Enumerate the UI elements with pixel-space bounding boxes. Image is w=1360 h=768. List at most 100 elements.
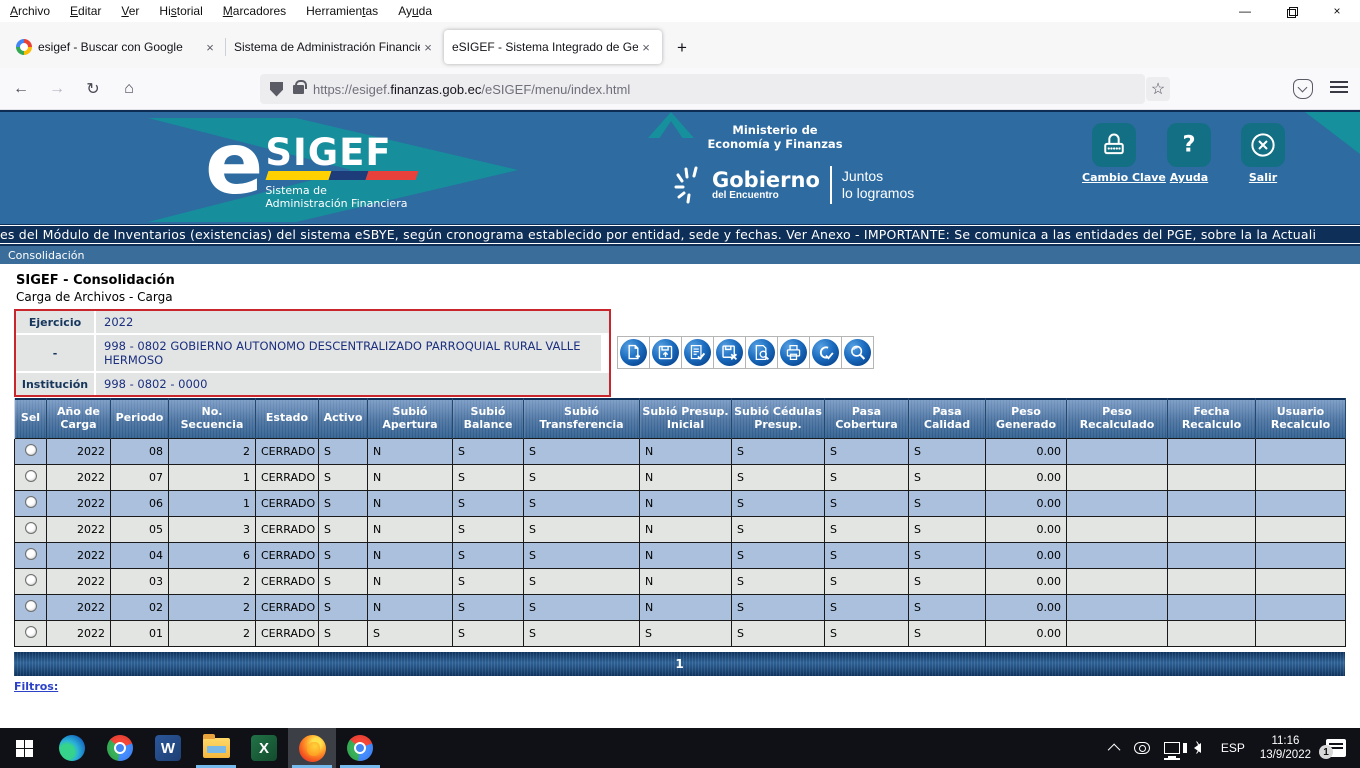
close-window-button[interactable]: × — [1314, 0, 1360, 22]
menu-hamburger-icon[interactable] — [1330, 81, 1348, 95]
tray-chevron-icon[interactable] — [1104, 728, 1127, 768]
row-radio-button[interactable] — [25, 496, 37, 508]
row-radio-button[interactable] — [25, 574, 37, 586]
windows-logo-icon — [16, 740, 33, 757]
table-cell — [1067, 516, 1168, 542]
table-cell — [1067, 464, 1168, 490]
salir-button[interactable]: Salir — [1231, 123, 1295, 184]
table-cell: 3 — [169, 516, 256, 542]
url-bar[interactable]: https://esigef.finanzas.gob.ec/eSIGEF/me… — [260, 74, 1145, 104]
lock-icon[interactable] — [293, 85, 304, 94]
validate-button[interactable] — [681, 336, 714, 369]
column-header: Sel — [15, 398, 47, 438]
menu-herramientas[interactable]: Herramientas — [306, 4, 378, 18]
home-button[interactable]: ⌂ — [114, 74, 144, 104]
restore-icon — [1287, 7, 1296, 16]
pocket-icon[interactable] — [1293, 79, 1313, 99]
row-radio-button[interactable] — [25, 444, 37, 456]
tray-volume-icon[interactable] — [1187, 728, 1214, 768]
approve-check-button[interactable] — [809, 336, 842, 369]
reload-button[interactable]: ↻ — [78, 74, 108, 104]
page-number-link[interactable]: 1 — [675, 657, 683, 671]
delete-button[interactable] — [713, 336, 746, 369]
row-radio-button[interactable] — [25, 626, 37, 638]
row-radio-button[interactable] — [25, 470, 37, 482]
tab-title: Sistema de Administración Financie — [234, 40, 420, 54]
table-cell: S — [732, 464, 825, 490]
taskbar-chrome-2[interactable] — [336, 728, 384, 768]
browser-tab-1[interactable]: esigef - Buscar con Google× — [8, 30, 226, 64]
taskbar-explorer[interactable] — [192, 728, 240, 768]
table-cell: CERRADO — [256, 464, 319, 490]
selection-form: Ejercicio 2022 - 998 - 0802 GOBIERNO AUT… — [14, 309, 611, 397]
table-cell: N — [368, 594, 453, 620]
tray-clock[interactable]: 11:1613/9/2022 — [1252, 728, 1319, 768]
menu-marcadores[interactable]: Marcadores — [223, 4, 286, 18]
notification-icon: 1 — [1326, 739, 1346, 757]
menu-archivo[interactable]: Archivo — [10, 4, 50, 18]
bookmark-star-icon[interactable]: ☆ — [1146, 77, 1170, 101]
institucion-value: 998 - 0802 - 0000 — [96, 373, 609, 395]
tray-notifications[interactable]: 1 — [1319, 728, 1360, 768]
save-upload-button[interactable] — [649, 336, 682, 369]
table-cell: S — [909, 464, 986, 490]
taskbar-excel[interactable]: X — [240, 728, 288, 768]
forward-button[interactable]: → — [42, 74, 72, 104]
table-cell: N — [368, 568, 453, 594]
table-cell: 02 — [111, 594, 169, 620]
table-cell: S — [453, 490, 524, 516]
minimize-button[interactable]: — — [1222, 0, 1268, 22]
table-row: 2022046CERRADOSNSSNSSS0.00 — [15, 542, 1346, 568]
taskbar-edge[interactable] — [48, 728, 96, 768]
print-button[interactable] — [777, 336, 810, 369]
taskbar-firefox[interactable] — [288, 728, 336, 768]
recalculate-button[interactable] — [841, 336, 874, 369]
table-cell: N — [368, 516, 453, 542]
table-cell: S — [732, 568, 825, 594]
back-button[interactable]: ← — [6, 74, 36, 104]
table-cell: 2022 — [47, 620, 111, 646]
tray-language[interactable]: ESP — [1214, 728, 1252, 768]
shield-icon[interactable] — [270, 82, 283, 97]
menu-ver[interactable]: Ver — [121, 4, 139, 18]
new-record-button[interactable] — [617, 336, 650, 369]
menu-editar[interactable]: Editar — [70, 4, 101, 18]
table-cell — [1168, 568, 1256, 594]
start-button[interactable] — [0, 728, 48, 768]
browser-tab-2[interactable]: Sistema de Administración Financie× — [226, 30, 444, 64]
filters-link[interactable]: Filtros: — [14, 680, 58, 693]
row-radio-button[interactable] — [25, 548, 37, 560]
tab-close-icon[interactable]: × — [638, 39, 654, 55]
tray-meet-icon[interactable] — [1127, 728, 1157, 768]
taskbar-word[interactable]: W — [144, 728, 192, 768]
menu-ayuda[interactable]: Ayuda — [398, 4, 432, 18]
browser-tabbar: esigef - Buscar con Google×Sistema de Ad… — [0, 22, 1360, 68]
menu-historial[interactable]: Historial — [159, 4, 202, 18]
cambio-clave-button[interactable]: Cambio Clave — [1082, 123, 1146, 184]
breadcrumb: Consolidación — [0, 246, 1360, 264]
table-cell: S — [319, 542, 368, 568]
starburst-icon — [672, 165, 706, 205]
table-cell — [1067, 490, 1168, 516]
tab-close-icon[interactable]: × — [420, 39, 436, 55]
table-cell — [1168, 464, 1256, 490]
ticker-text: es del Módulo de Inventarios (existencia… — [0, 227, 1316, 242]
row-radio-button[interactable] — [25, 522, 37, 534]
row-radio-button[interactable] — [25, 600, 37, 612]
browser-tab-3[interactable]: eSIGEF - Sistema Integrado de Gesti× — [444, 30, 662, 64]
new-tab-button[interactable]: + — [668, 34, 696, 62]
form-row-entidad: - 998 - 0802 GOBIERNO AUTONOMO DESCENTRA… — [16, 335, 609, 373]
table-cell: S — [368, 620, 453, 646]
table-cell: S — [319, 620, 368, 646]
table-cell — [1168, 516, 1256, 542]
flag-stripes — [266, 171, 419, 180]
table-cell: N — [368, 490, 453, 516]
table-cell: N — [640, 568, 732, 594]
restore-button[interactable] — [1268, 0, 1314, 22]
ayuda-button[interactable]: ? Ayuda — [1157, 123, 1221, 184]
taskbar-chrome[interactable] — [96, 728, 144, 768]
preview-button[interactable] — [745, 336, 778, 369]
table-cell: S — [909, 568, 986, 594]
table-cell: S — [825, 594, 909, 620]
tab-close-icon[interactable]: × — [202, 39, 218, 55]
